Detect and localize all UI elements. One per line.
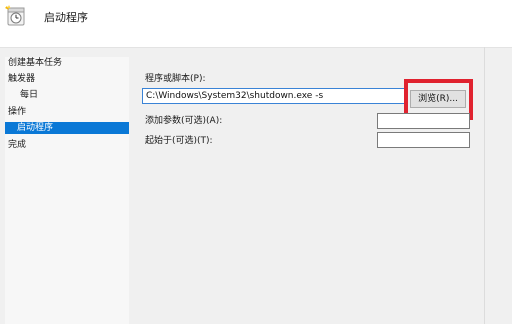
- nav-item-finish[interactable]: 完成: [8, 139, 26, 151]
- panel-divider: [484, 47, 485, 324]
- nav-item-start-program[interactable]: 启动程序: [5, 122, 129, 134]
- program-path-input[interactable]: C:\Windows\System32\shutdown.exe -s: [142, 88, 405, 104]
- nav-item-create-basic-task[interactable]: 创建基本任务: [8, 57, 62, 69]
- nav-item-daily[interactable]: 每日: [20, 89, 38, 101]
- nav-item-label: 每日: [20, 90, 39, 100]
- program-label: 程序或脚本(P):: [145, 74, 206, 84]
- page-title: 启动程序: [44, 11, 88, 24]
- nav-item-label: 触发器: [8, 74, 36, 84]
- wizard-step-nav: 创建基本任务 触发器 每日 操作 启动程序 完成: [5, 57, 129, 324]
- nav-item-trigger[interactable]: 触发器: [8, 73, 35, 85]
- start-in-input[interactable]: [377, 132, 470, 148]
- wizard-header: 启动程序: [0, 0, 512, 48]
- nav-item-action[interactable]: 操作: [8, 106, 26, 118]
- arguments-input[interactable]: [377, 113, 470, 129]
- nav-item-label: 操作: [8, 107, 27, 117]
- nav-item-label: 启动程序: [17, 123, 54, 133]
- start-in-label: 起始于(可选)(T):: [145, 136, 213, 146]
- arguments-label: 添加参数(可选)(A):: [145, 116, 223, 126]
- nav-item-label: 创建基本任务: [8, 58, 63, 68]
- task-scheduler-clock-icon: [5, 5, 27, 27]
- nav-item-label: 完成: [8, 140, 27, 150]
